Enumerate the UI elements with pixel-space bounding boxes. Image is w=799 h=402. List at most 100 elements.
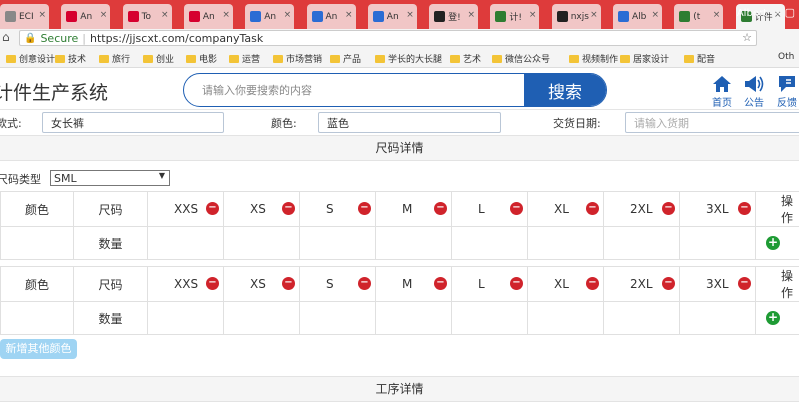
remove-size-icon[interactable]: − [662, 202, 675, 215]
bookmark-item[interactable]: Oth [778, 52, 794, 62]
remove-size-icon[interactable]: − [206, 277, 219, 290]
bookmark-item[interactable]: 技术 [55, 52, 86, 65]
browser-tab[interactable]: An× [368, 4, 417, 29]
minimize-icon[interactable]: – [776, 6, 782, 19]
close-tab-icon[interactable]: × [161, 10, 169, 20]
size-column-cell: 3XL− [680, 192, 756, 227]
remove-size-icon[interactable]: − [358, 202, 371, 215]
bookmark-item[interactable]: 电影 [186, 52, 217, 65]
close-tab-icon[interactable]: × [713, 10, 721, 20]
close-tab-icon[interactable]: × [468, 10, 476, 20]
quantity-input-cell[interactable] [148, 302, 224, 335]
bookmark-star-icon[interactable]: ☆ [742, 31, 752, 44]
close-tab-icon[interactable]: × [529, 10, 537, 20]
search-button[interactable]: 搜索 [524, 74, 606, 106]
browser-tab[interactable]: An× [245, 4, 294, 29]
delivery-date-input[interactable]: 请输入货期 [625, 112, 799, 133]
remove-size-icon[interactable]: − [282, 202, 295, 215]
remove-size-icon[interactable]: − [738, 202, 751, 215]
browser-tab[interactable]: An× [307, 4, 356, 29]
close-tab-icon[interactable]: × [406, 10, 414, 20]
browser-tab[interactable]: (t× [674, 4, 723, 29]
color-input[interactable]: 蓝色 [318, 112, 501, 133]
add-row-icon[interactable]: + [766, 311, 780, 325]
size-column-cell: S− [300, 267, 376, 302]
remove-size-icon[interactable]: − [358, 277, 371, 290]
close-tab-icon[interactable]: × [590, 10, 598, 20]
remove-size-icon[interactable]: − [434, 202, 447, 215]
remove-size-icon[interactable]: − [434, 277, 447, 290]
quantity-input-cell[interactable] [224, 227, 300, 260]
bookmark-item[interactable]: 学长的大长腿 [375, 52, 442, 65]
remove-size-icon[interactable]: − [662, 277, 675, 290]
nav-home[interactable]: 首页 [705, 74, 739, 109]
quantity-input-cell[interactable] [300, 227, 376, 260]
quantity-input-cell[interactable] [300, 302, 376, 335]
quantity-input-cell[interactable] [680, 227, 756, 260]
close-tab-icon[interactable]: × [284, 10, 292, 20]
bookmark-item[interactable]: 市场营销 [273, 52, 322, 65]
style-input[interactable]: 女长裤 [42, 112, 224, 133]
quantity-input-cell[interactable] [452, 302, 528, 335]
search-input[interactable] [184, 74, 524, 106]
remove-size-icon[interactable]: − [586, 277, 599, 290]
bookmark-item[interactable]: 创意设计 [6, 52, 55, 65]
bookmark-item[interactable]: 产品 [330, 52, 361, 65]
color-header-cell: 颜色 [1, 267, 74, 302]
bookmark-item[interactable]: 配音 [684, 52, 715, 65]
color-value-cell[interactable] [1, 302, 74, 335]
quantity-input-cell[interactable] [528, 227, 604, 260]
bookmark-item[interactable]: 创业 [143, 52, 174, 65]
bookmark-item[interactable]: 艺术 [450, 52, 481, 65]
quantity-input-cell[interactable] [452, 227, 528, 260]
color-value-cell[interactable] [1, 227, 74, 260]
quantity-input-cell[interactable] [604, 302, 680, 335]
quantity-row: 数量+ [1, 227, 799, 260]
browser-tab[interactable]: ECI× [0, 4, 49, 29]
quantity-input-cell[interactable] [376, 227, 452, 260]
browser-tab[interactable]: An× [184, 4, 233, 29]
bookmark-item[interactable]: 运营 [229, 52, 260, 65]
bookmark-item[interactable]: 居家设计 [620, 52, 669, 65]
browser-tab[interactable]: To× [123, 4, 172, 29]
remove-size-icon[interactable]: − [510, 202, 523, 215]
close-tab-icon[interactable]: × [38, 10, 46, 20]
browser-tab[interactable]: 计!× [490, 4, 539, 29]
quantity-input-cell[interactable] [148, 227, 224, 260]
close-tab-icon[interactable]: × [345, 10, 353, 20]
folder-icon [330, 55, 340, 63]
size-type-select[interactable]: SML ▼ [50, 170, 170, 186]
browser-user-label[interactable]: Albert [737, 8, 767, 19]
remove-size-icon[interactable]: − [510, 277, 523, 290]
close-tab-icon[interactable]: × [651, 10, 659, 20]
browser-tab[interactable]: Alb× [613, 4, 662, 29]
remove-size-icon[interactable]: − [738, 277, 751, 290]
quantity-input-cell[interactable] [604, 227, 680, 260]
close-tab-icon[interactable]: × [100, 10, 108, 20]
add-row-icon[interactable]: + [766, 236, 780, 250]
remove-size-icon[interactable]: − [206, 202, 219, 215]
add-color-button[interactable]: 新增其他颜色 [0, 339, 77, 359]
remove-size-icon[interactable]: − [586, 202, 599, 215]
bookmark-item[interactable]: 旅行 [99, 52, 130, 65]
quantity-input-cell[interactable] [376, 302, 452, 335]
home-nav-icon[interactable]: ⌂ [2, 30, 10, 44]
quantity-input-cell[interactable] [528, 302, 604, 335]
quantity-input-cell[interactable] [224, 302, 300, 335]
browser-tab[interactable]: nxjs× [552, 4, 601, 29]
bookmark-item[interactable]: 微信公众号 [492, 52, 550, 65]
github-icon [557, 11, 568, 22]
close-tab-icon[interactable]: × [222, 10, 230, 20]
url-text[interactable]: https://jjscxt.com/companyTask [90, 32, 263, 45]
quantity-input-cell[interactable] [680, 302, 756, 335]
browser-tab[interactable]: An× [61, 4, 110, 29]
process-section-title: 工序详情 [0, 376, 799, 402]
nav-announcements[interactable]: 公告 [737, 74, 771, 109]
nav-feedback[interactable]: 反馈 [770, 74, 799, 109]
bookmark-item[interactable]: 视频制作 [569, 52, 618, 65]
maximize-icon[interactable]: ▢ [785, 6, 795, 19]
remove-size-icon[interactable]: − [282, 277, 295, 290]
browser-tab[interactable]: 登!× [429, 4, 478, 29]
size-column-cell: XXS− [148, 192, 224, 227]
url-field[interactable]: 🔒 Secure | https://jjscxt.com/companyTas… [19, 30, 757, 46]
